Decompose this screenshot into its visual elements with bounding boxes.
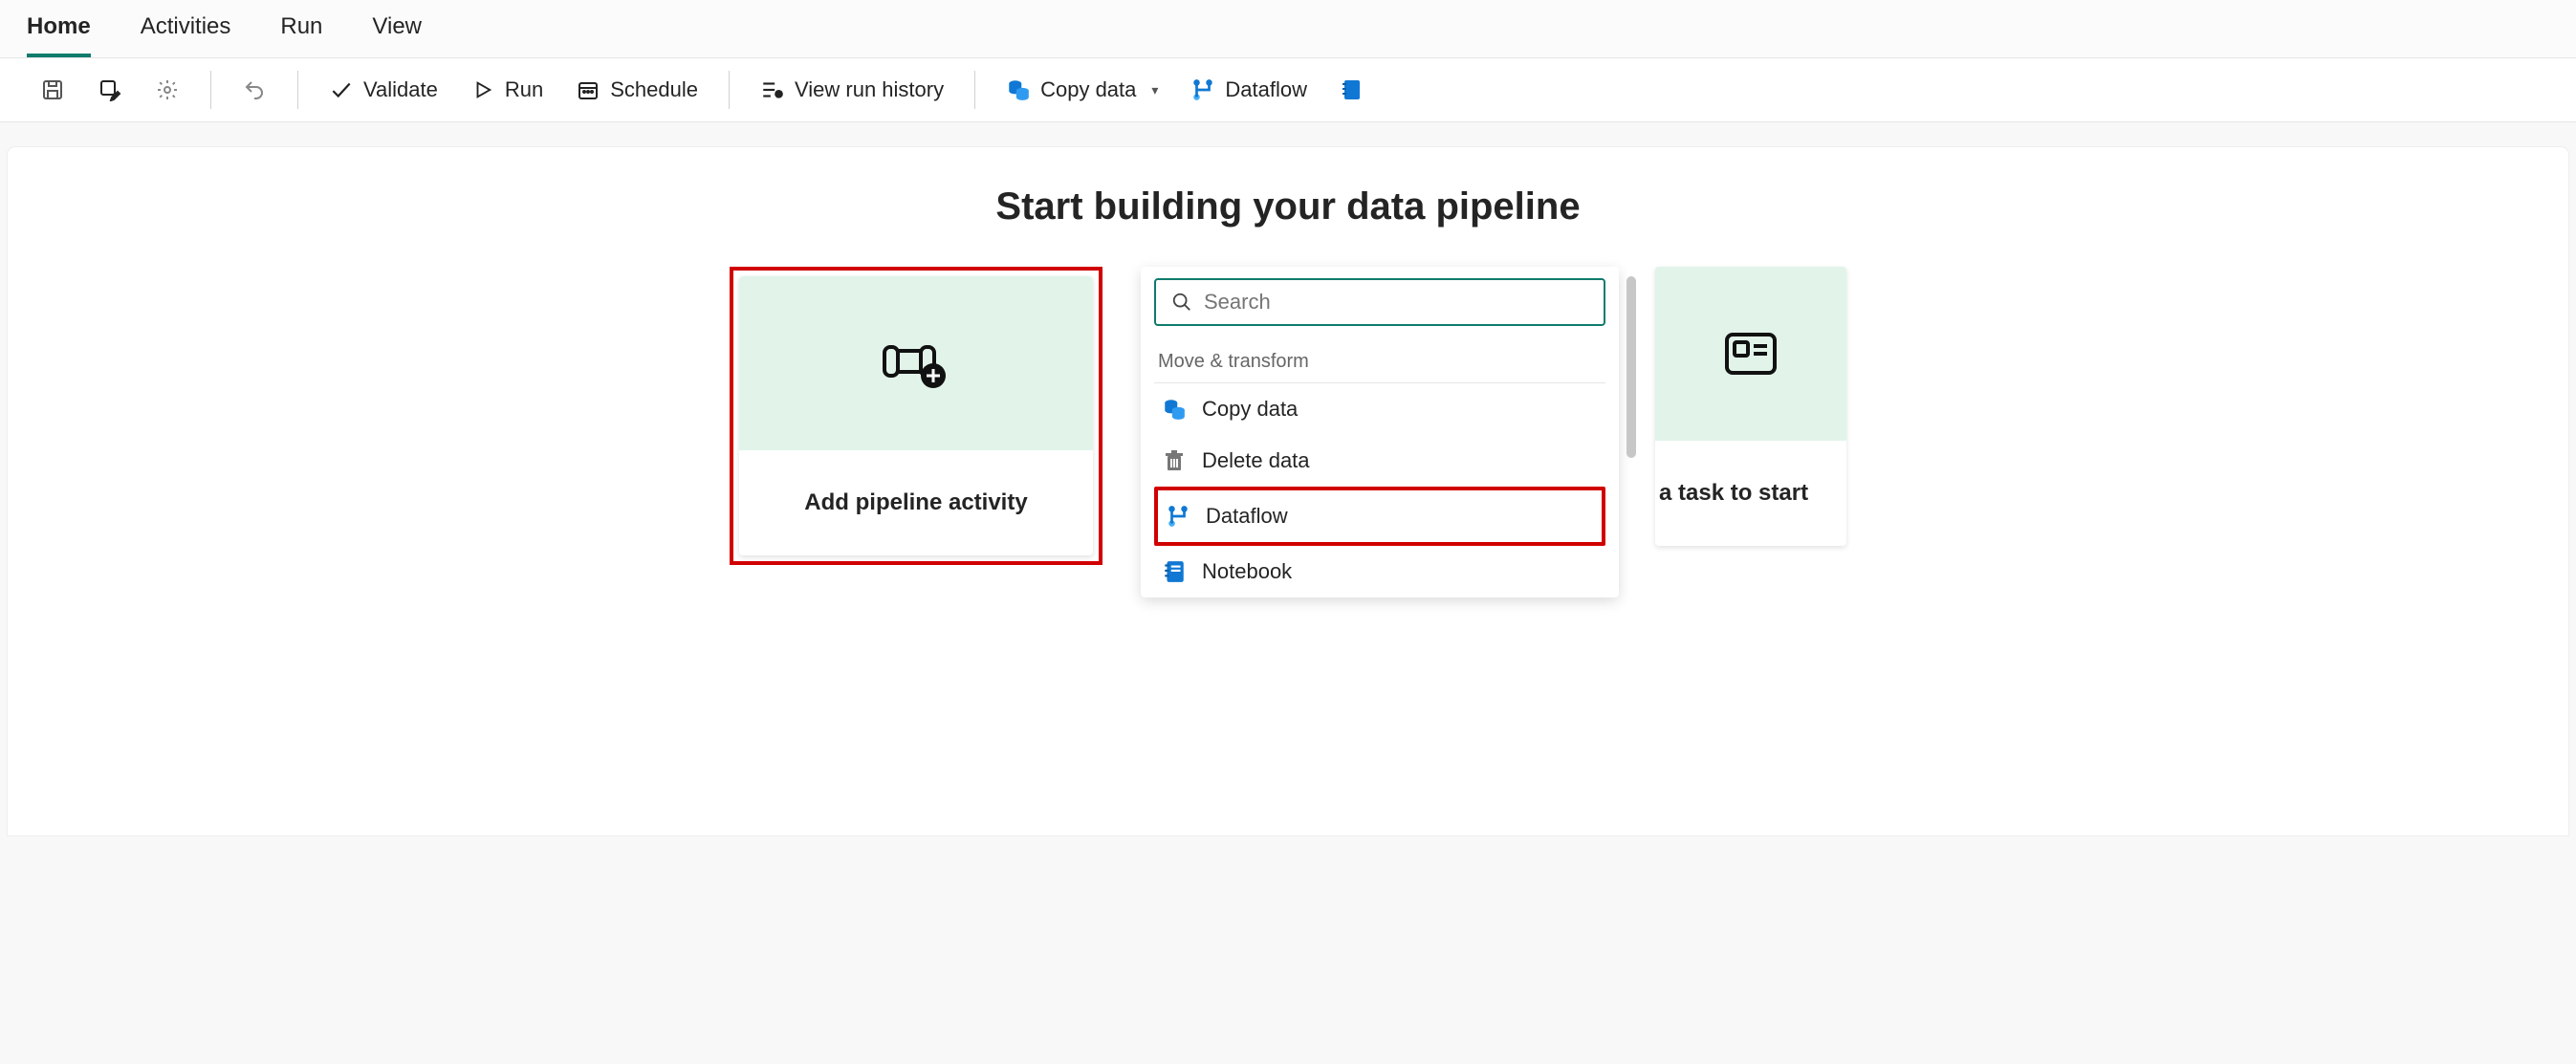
tab-run[interactable]: Run <box>280 13 322 57</box>
validate-label: Validate <box>363 77 438 102</box>
card-choose-task[interactable]: a task to start <box>1655 267 1846 546</box>
notebook-icon <box>1340 77 1364 102</box>
toolbar-separator <box>974 71 975 109</box>
item-notebook[interactable]: Notebook <box>1154 546 1605 597</box>
toolbar: Validate Run Schedule View run history C… <box>0 58 2576 122</box>
undo-icon <box>242 77 267 102</box>
run-label: Run <box>505 77 543 102</box>
toolbar-separator <box>729 71 730 109</box>
view-run-history-label: View run history <box>795 77 944 102</box>
card-illustration <box>739 276 1093 450</box>
pipeline-add-icon <box>883 337 950 390</box>
card-label: a task to start <box>1655 441 1846 546</box>
check-icon <box>329 77 354 102</box>
dataflow-label: Dataflow <box>1225 77 1307 102</box>
page-title: Start building your data pipeline <box>8 185 2568 228</box>
search-input-wrapper[interactable] <box>1154 278 1605 326</box>
canvas-empty-state: Start building your data pipeline Add pi <box>8 147 2568 836</box>
item-label: Delete data <box>1202 448 1310 473</box>
save-icon <box>40 77 65 102</box>
scrollbar[interactable] <box>1626 276 1636 458</box>
item-label: Dataflow <box>1206 504 1288 529</box>
database-copy-icon <box>1006 77 1031 102</box>
starter-cards-row: Add pipeline activity Move & transform C… <box>8 267 2568 597</box>
toolbar-separator <box>210 71 211 109</box>
item-label: Copy data <box>1202 397 1298 422</box>
item-delete-data[interactable]: Delete data <box>1154 435 1605 487</box>
database-copy-icon <box>1162 397 1187 422</box>
view-run-history-button[interactable]: View run history <box>747 68 957 112</box>
dataflow-icon <box>1190 77 1215 102</box>
dataflow-icon <box>1166 504 1190 529</box>
item-copy-data[interactable]: Copy data <box>1154 383 1605 435</box>
card-add-pipeline-activity[interactable]: Add pipeline activity <box>739 276 1093 555</box>
run-button[interactable]: Run <box>457 68 557 112</box>
card-illustration <box>1655 267 1846 441</box>
save-edit-icon <box>98 77 122 102</box>
save-as-button[interactable] <box>84 68 136 112</box>
search-icon <box>1169 290 1194 315</box>
tab-activities[interactable]: Activities <box>141 13 231 57</box>
item-dataflow[interactable]: Dataflow <box>1154 487 1605 546</box>
chevron-down-icon: ▾ <box>1151 82 1158 98</box>
validate-button[interactable]: Validate <box>316 68 451 112</box>
calendar-icon <box>576 77 600 102</box>
activity-picker-panel: Move & transform Copy data Delete data D… <box>1141 267 1619 597</box>
play-icon <box>470 77 495 102</box>
settings-button[interactable] <box>142 68 193 112</box>
copy-data-label: Copy data <box>1040 77 1136 102</box>
item-label: Notebook <box>1202 559 1292 584</box>
save-button[interactable] <box>27 68 78 112</box>
schedule-button[interactable]: Schedule <box>562 68 711 112</box>
highlight-add-activity: Add pipeline activity <box>730 267 1102 565</box>
schedule-label: Schedule <box>610 77 698 102</box>
search-input[interactable] <box>1204 290 1590 315</box>
history-icon <box>760 77 785 102</box>
more-button[interactable] <box>1326 68 1364 112</box>
ribbon-tabs: Home Activities Run View <box>0 0 2576 58</box>
undo-button[interactable] <box>229 68 280 112</box>
group-header: Move & transform <box>1154 347 1605 383</box>
trash-icon <box>1162 448 1187 473</box>
template-icon <box>1723 331 1779 377</box>
notebook-icon <box>1162 559 1187 584</box>
gear-icon <box>155 77 180 102</box>
tab-view[interactable]: View <box>372 13 422 57</box>
copy-data-button[interactable]: Copy data ▾ <box>993 68 1171 112</box>
tab-home[interactable]: Home <box>27 13 91 57</box>
card-label: Add pipeline activity <box>739 450 1093 555</box>
toolbar-separator <box>297 71 298 109</box>
dataflow-button[interactable]: Dataflow <box>1177 68 1321 112</box>
